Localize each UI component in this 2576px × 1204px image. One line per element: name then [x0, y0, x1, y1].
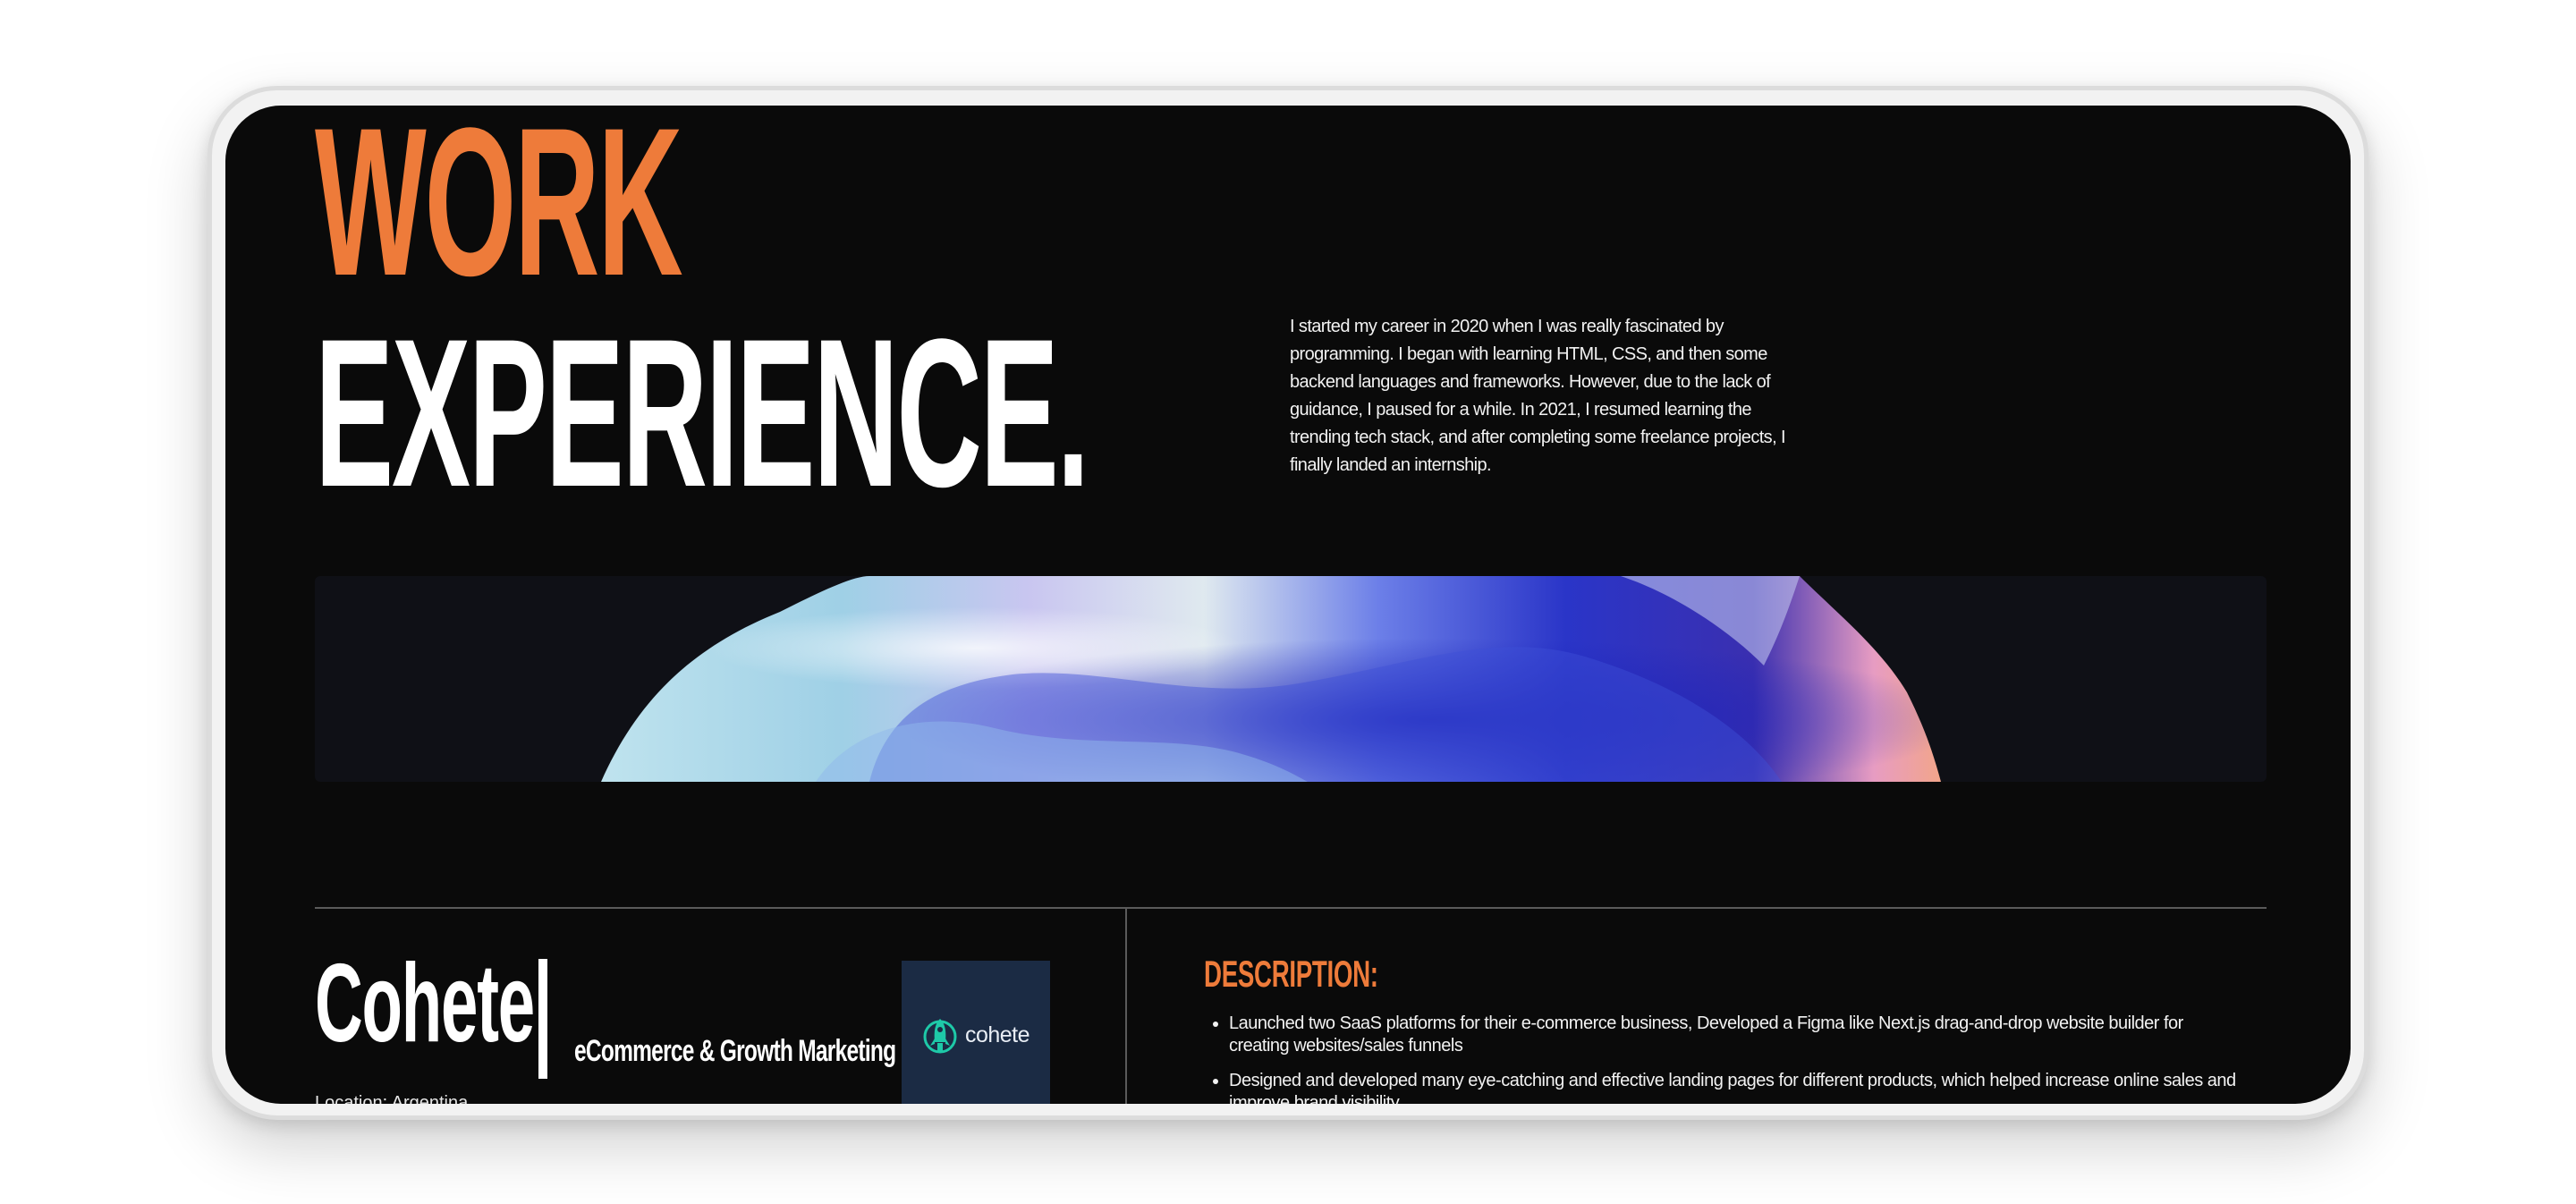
title-separator-bar [538, 959, 547, 1079]
job-role: eCommerce & Growth Marketing [574, 1034, 896, 1068]
abstract-wave-graphic [601, 576, 1941, 782]
hero-banner-image [315, 576, 2267, 782]
company-logo: cohete [902, 961, 1050, 1104]
screen: WORK EXPERIENCE. I started my career in … [225, 106, 2351, 1104]
job-location: Location: Argentina [315, 1093, 469, 1104]
title-work: WORK [315, 106, 683, 320]
rocket-icon [923, 1019, 957, 1054]
title-experience: EXPERIENCE. [315, 295, 1089, 531]
intro-paragraph: I started my career in 2020 when I was r… [1290, 317, 1786, 475]
column-divider [1125, 909, 1127, 1104]
company-name: Cohete [315, 942, 535, 1065]
logo-wordmark: cohete [964, 1022, 1030, 1047]
description-list: Launched two SaaS platforms for their e-… [1204, 1013, 2240, 1104]
description-item: Launched two SaaS platforms for their e-… [1229, 1013, 2240, 1057]
description-item: Designed and developed many eye-catching… [1229, 1070, 2240, 1104]
section-divider [315, 907, 2267, 909]
description-title: DESCRIPTION: [1204, 953, 1378, 995]
